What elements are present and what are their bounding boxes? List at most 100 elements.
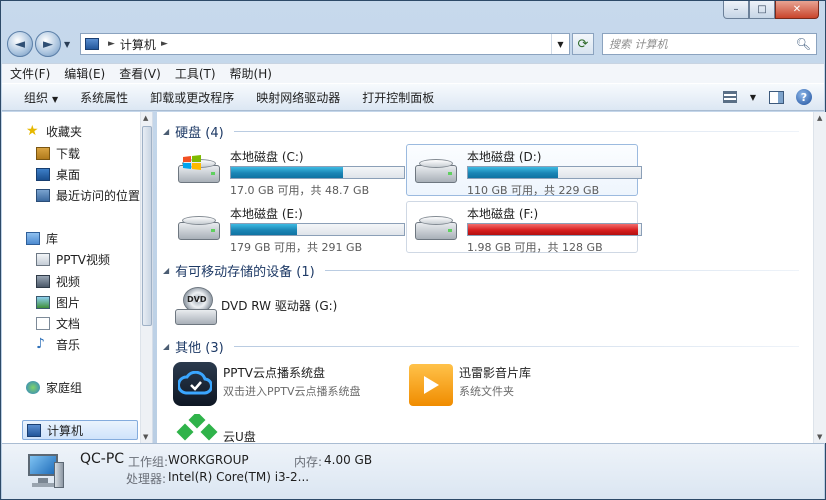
computer-icon [85,38,99,50]
library-icon [26,231,40,245]
details-pane: QC-PC 工作组: WORKGROUP 内存: 4.00 GB 处理器: In… [2,443,824,499]
group-header-hard-disks[interactable]: ◢ 硬盘 (4) [163,122,799,141]
pptv-cloud-icon [173,362,217,406]
view-controls: ▼ ? [712,88,814,106]
drive-d[interactable]: 本地磁盘 (D:) 110 GB 可用，共 229 GB [406,144,642,197]
drive-space-info: 179 GB 可用，共 291 GB [230,241,363,254]
collapse-icon: ◢ [163,266,170,275]
navigation-pane: ★ 收藏夹 下载 桌面 最近访问的位置 库 PPTV视频 视频 图片 文档 ♪ … [2,112,153,443]
command-bar: 组织 ▼ 系统属性 卸载或更改程序 映射网络驱动器 打开控制面板 ▼ ? [2,83,824,111]
change-view-button[interactable] [720,88,740,106]
sidebar-item-downloads[interactable]: 下载 [36,143,80,163]
search-icon[interactable]: 🔍︎ [796,37,811,51]
divider [233,131,799,132]
nav-scroll-thumb[interactable] [142,126,152,326]
desktop-icon [36,167,50,181]
drive-f[interactable]: 本地磁盘 (F:) 1.98 GB 可用，共 128 GB [406,201,642,254]
help-icon: ? [796,89,812,105]
workgroup-label: 工作组: [128,455,169,469]
sidebar-item-desktop[interactable]: 桌面 [36,164,80,184]
breadcrumb-separator[interactable]: ► [108,39,115,49]
item-name: PPTV云点播系统盘 [223,366,326,380]
sidebar-item-pptv-video[interactable]: PPTV视频 [36,249,110,269]
sidebar-item-music[interactable]: ♪ 音乐 [36,334,80,354]
organize-label: 组织 [24,90,49,105]
sidebar-item-libraries[interactable]: 库 [26,228,58,248]
sidebar-item-label: 图片 [56,295,81,310]
breadcrumb-computer[interactable]: 计算机 [120,36,156,53]
preview-pane-button[interactable] [766,88,786,106]
view-list-icon [723,91,737,103]
memory-value: 4.00 GB [324,453,373,467]
group-header-other[interactable]: ◢ 其他 (3) [163,337,799,356]
group-header-removable[interactable]: ◢ 有可移动存储的设备 (1) [163,261,799,280]
sidebar-item-homegroup[interactable]: 家庭组 [26,377,82,397]
breadcrumb-separator[interactable]: ► [161,39,168,49]
hard-disk-icon [415,216,457,242]
map-network-drive-button[interactable]: 映射网络驱动器 [256,89,340,106]
drive-space-info: 17.0 GB 可用，共 48.7 GB [230,184,370,197]
address-dropdown[interactable]: ▼ [551,34,569,54]
hard-disk-icon [178,216,220,242]
address-bar[interactable]: ► 计算机 ► ▼ [80,33,570,55]
collapse-icon: ◢ [163,127,170,136]
nav-scrollbar[interactable]: ▲ ▼ [140,112,152,443]
music-note-icon: ♪ [36,335,45,352]
drive-usage-bar [230,166,405,179]
pictures-icon [36,295,50,309]
pptv-cloud-disk[interactable]: PPTV云点播系统盘 双击进入PPTV云点播系统盘 [173,360,393,408]
scroll-up-arrow[interactable]: ▲ [143,114,148,122]
drive-c[interactable]: 本地磁盘 (C:) 17.0 GB 可用，共 48.7 GB [169,144,405,197]
sidebar-item-label: 最近访问的位置 [56,188,141,203]
drive-name: 本地磁盘 (F:) [467,207,539,221]
explorer-window: – □ ✕ ◄ ► ▼ ► 计算机 ► ▼ ⟳ 搜索 计算机 🔍︎ 文件(F) … [0,0,826,500]
divider [324,270,799,271]
sidebar-item-favorites[interactable]: ★ 收藏夹 [26,121,82,141]
search-input[interactable]: 搜索 计算机 🔍︎ [602,33,817,55]
view-options-dropdown[interactable]: ▼ [748,88,758,106]
back-button[interactable]: ◄ [7,31,33,57]
dvd-drive[interactable]: DVD DVD RW 驱动器 (G:) [171,283,411,331]
memory-label: 内存: [294,455,323,469]
open-control-panel-button[interactable]: 打开控制面板 [362,89,434,106]
collapse-icon: ◢ [163,342,170,351]
computer-name: QC-PC [80,451,125,467]
item-description: 系统文件夹 [459,385,514,398]
scroll-down-arrow[interactable]: ▼ [143,433,148,441]
sidebar-item-computer[interactable]: 计算机 [22,420,138,440]
group-title: 其他 (3) [175,341,224,356]
recent-pages-dropdown[interactable]: ▼ [64,40,76,49]
maximize-button[interactable]: □ [749,1,775,19]
cloud-u-disk[interactable]: 云U盘 [173,411,393,444]
uninstall-program-button[interactable]: 卸载或更改程序 [150,89,234,106]
scroll-up-arrow[interactable]: ▲ [817,114,822,122]
menu-file[interactable]: 文件(F) [10,65,50,82]
cpu-value: Intel(R) Core(TM) i3-2... [168,470,310,484]
menu-help[interactable]: 帮助(H) [230,65,272,82]
workgroup-value: WORKGROUP [168,453,249,467]
organize-button[interactable]: 组织 ▼ [24,89,58,106]
drive-name: 本地磁盘 (C:) [230,150,304,164]
refresh-button[interactable]: ⟳ [572,33,594,55]
dvd-badge: DVD [187,295,207,304]
menu-view[interactable]: 查看(V) [119,65,161,82]
menu-bar: 文件(F) 编辑(E) 查看(V) 工具(T) 帮助(H) [2,63,824,83]
cpu-label: 处理器: [126,472,167,486]
cloud-u-disk-icon [175,411,218,444]
sidebar-item-pictures[interactable]: 图片 [36,292,80,312]
xunlei-video-library[interactable]: 迅雷影音片库 系统文件夹 [409,360,629,408]
menu-edit[interactable]: 编辑(E) [64,65,105,82]
drive-e[interactable]: 本地磁盘 (E:) 179 GB 可用，共 291 GB [169,201,405,254]
scroll-down-arrow[interactable]: ▼ [817,433,822,441]
sidebar-item-recent[interactable]: 最近访问的位置 [36,185,140,205]
menu-tools[interactable]: 工具(T) [175,65,216,82]
help-button[interactable]: ? [794,88,814,106]
content-scrollbar[interactable]: ▲ ▼ [813,112,826,443]
sidebar-item-videos[interactable]: 视频 [36,271,80,291]
drive-space-info: 110 GB 可用，共 229 GB [467,184,600,197]
close-button[interactable]: ✕ [775,1,819,19]
forward-button[interactable]: ► [35,31,61,57]
minimize-button[interactable]: – [723,1,749,19]
system-properties-button[interactable]: 系统属性 [80,89,128,106]
sidebar-item-documents[interactable]: 文档 [36,313,80,333]
